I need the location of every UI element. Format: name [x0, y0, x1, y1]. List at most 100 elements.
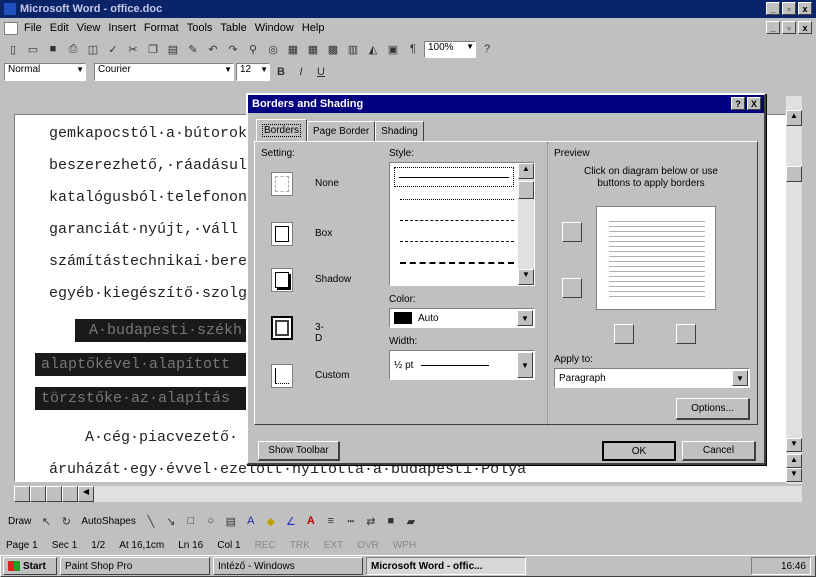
ok-button[interactable]: OK [602, 441, 676, 461]
scroll-thumb[interactable] [786, 166, 802, 182]
normal-view-icon[interactable] [14, 486, 30, 502]
menu-view[interactable]: View [73, 22, 105, 34]
menu-window[interactable]: Window [251, 22, 298, 34]
new-icon[interactable]: ▯ [4, 41, 22, 58]
status-ext[interactable]: EXT [324, 540, 343, 551]
dialog-close-button[interactable]: X [747, 97, 761, 110]
arrow-style-icon[interactable]: ⇄ [362, 513, 380, 530]
color-combo[interactable]: Auto ▼ [389, 308, 535, 328]
setting-shadow[interactable]: Shadow [271, 268, 351, 292]
style-combo[interactable]: Normal ▼ [4, 63, 86, 81]
style-item[interactable] [400, 199, 514, 200]
menu-help[interactable]: Help [298, 22, 329, 34]
tables-icon[interactable]: ▦ [284, 41, 302, 58]
print-preview-icon[interactable]: ◫ [84, 41, 102, 58]
tab-shading[interactable]: Shading [375, 121, 424, 141]
style-list[interactable]: ▲ ▼ [389, 162, 535, 286]
oval-icon[interactable]: ○ [202, 513, 220, 530]
outline-view-icon[interactable] [62, 486, 78, 502]
status-wph[interactable]: WPH [393, 540, 416, 551]
menu-edit[interactable]: Edit [46, 22, 73, 34]
paste-icon[interactable]: ▤ [164, 41, 182, 58]
spelling-icon[interactable]: ✓ [104, 41, 122, 58]
task-paint-shop-pro[interactable]: Paint Shop Pro [60, 557, 210, 575]
line-icon[interactable]: ╲ [142, 513, 160, 530]
chevron-down-icon[interactable]: ▼ [517, 352, 533, 378]
size-combo[interactable]: 12 ▼ [236, 63, 270, 81]
columns-icon[interactable]: ▥ [344, 41, 362, 58]
cancel-button[interactable]: Cancel [682, 441, 756, 461]
status-ovr[interactable]: OVR [357, 540, 379, 551]
web-view-icon[interactable] [30, 486, 46, 502]
style-item-selected[interactable] [394, 167, 514, 187]
underline-button[interactable]: U [312, 64, 330, 81]
chevron-down-icon[interactable]: ▼ [517, 310, 533, 326]
bottom-border-button[interactable] [562, 278, 582, 298]
web-toolbar-icon[interactable]: ◎ [264, 41, 282, 58]
minimize-button[interactable]: _ [766, 2, 780, 15]
format-painter-icon[interactable]: ✎ [184, 41, 202, 58]
insert-table-icon[interactable]: ▦ [304, 41, 322, 58]
width-combo[interactable]: ½ pt ▼ [389, 350, 535, 380]
vertical-scrollbar[interactable]: ▲ ▼ ▲ ▼ [786, 96, 802, 484]
undo-icon[interactable]: ↶ [204, 41, 222, 58]
line-style-icon[interactable]: ≡ [322, 513, 340, 530]
start-button[interactable]: Start [3, 557, 57, 575]
setting-none[interactable]: None [271, 172, 339, 196]
scroll-left-icon[interactable]: ◀ [78, 486, 94, 502]
menu-format[interactable]: Format [140, 22, 183, 34]
show-hide-icon[interactable]: ¶ [404, 41, 422, 58]
show-toolbar-button[interactable]: Show Toolbar [258, 441, 340, 461]
next-page-icon[interactable]: ▼ [786, 468, 802, 482]
setting-custom[interactable]: Custom [271, 364, 349, 388]
autoshapes-menu[interactable]: AutoShapes [77, 516, 140, 527]
apply-to-combo[interactable]: Paragraph ▼ [554, 368, 750, 388]
style-item[interactable] [400, 220, 514, 221]
prev-page-icon[interactable]: ▲ [786, 454, 802, 468]
rectangle-icon[interactable]: □ [182, 513, 200, 530]
doc-close-button[interactable]: x [798, 21, 812, 34]
text-box-icon[interactable]: ▤ [222, 513, 240, 530]
zoom-combo[interactable]: 100% ▼ [424, 40, 476, 58]
right-border-button[interactable] [676, 324, 696, 344]
wordart-icon[interactable]: A [242, 513, 260, 530]
line-color-icon[interactable]: ∠ [282, 513, 300, 530]
scroll-up-icon[interactable]: ▲ [786, 110, 802, 126]
arrow-icon[interactable]: ↘ [162, 513, 180, 530]
style-item[interactable] [400, 262, 514, 264]
menu-tools[interactable]: Tools [183, 22, 217, 34]
scroll-thumb[interactable] [518, 181, 534, 199]
style-scrollbar[interactable]: ▲ ▼ [518, 163, 534, 285]
options-button[interactable]: Options... [676, 398, 750, 420]
task-explorer[interactable]: Intéző - Windows [213, 557, 363, 575]
maximize-button[interactable]: ▫ [782, 2, 796, 15]
setting-3d[interactable]: 3-D [271, 316, 324, 344]
setting-box[interactable]: Box [271, 222, 332, 246]
save-icon[interactable]: ■ [44, 41, 62, 58]
doc-map-icon[interactable]: ▣ [384, 41, 402, 58]
menu-file[interactable]: File [20, 22, 46, 34]
top-border-button[interactable] [562, 222, 582, 242]
print-icon[interactable]: ⎙ [64, 41, 82, 58]
scroll-down-icon[interactable]: ▼ [786, 438, 802, 452]
drawing-icon[interactable]: ◭ [364, 41, 382, 58]
doc-minimize-button[interactable]: _ [766, 21, 780, 34]
dash-style-icon[interactable]: ┅ [342, 513, 360, 530]
cut-icon[interactable]: ✂ [124, 41, 142, 58]
copy-icon[interactable]: ❐ [144, 41, 162, 58]
fill-color-icon[interactable]: ◆ [262, 513, 280, 530]
status-trk[interactable]: TRK [290, 540, 310, 551]
horizontal-scrollbar[interactable]: ◀ [14, 486, 802, 502]
dialog-help-button[interactable]: ? [731, 97, 745, 110]
italic-button[interactable]: I [292, 64, 310, 81]
doc-restore-button[interactable]: ▫ [782, 21, 796, 34]
redo-icon[interactable]: ↷ [224, 41, 242, 58]
menu-insert[interactable]: Insert [104, 22, 140, 34]
tab-borders[interactable]: Borders [256, 119, 308, 141]
status-rec[interactable]: REC [255, 540, 276, 551]
open-icon[interactable]: ▭ [24, 41, 42, 58]
font-color-icon[interactable]: A [302, 513, 320, 530]
tab-page-border[interactable]: Page Border [307, 121, 376, 141]
preview-diagram[interactable] [596, 206, 716, 310]
scroll-down-icon[interactable]: ▼ [518, 269, 534, 285]
